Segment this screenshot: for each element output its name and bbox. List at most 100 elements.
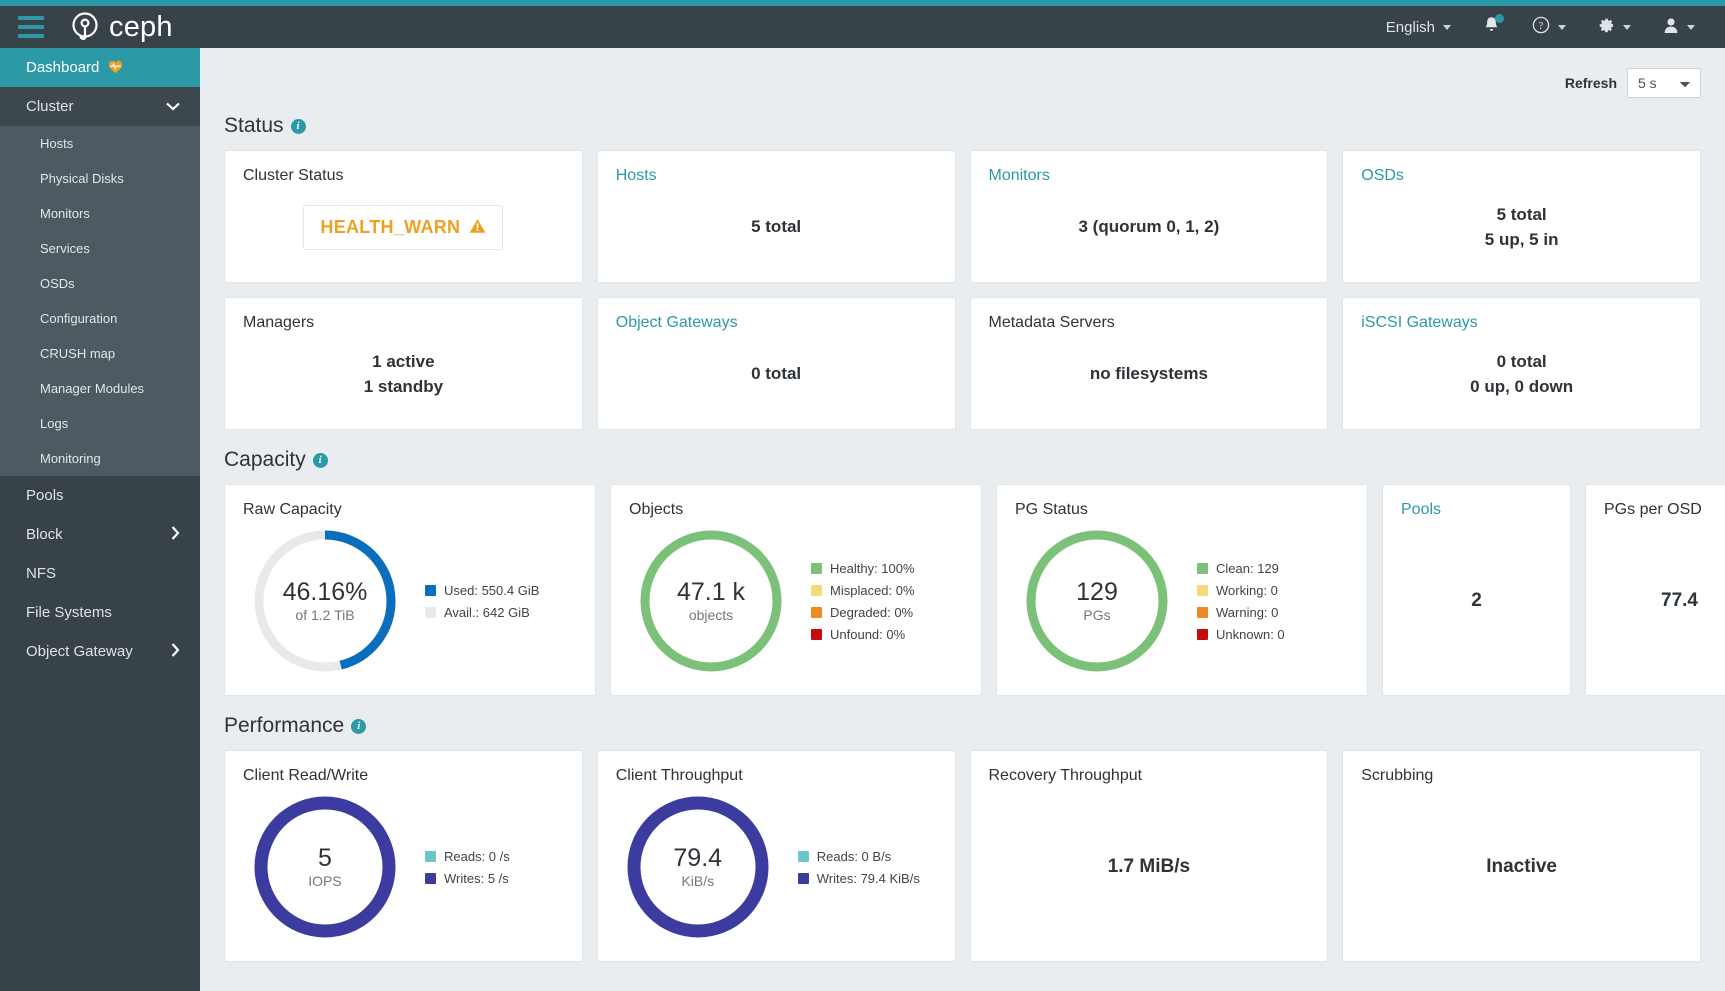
card-osds: OSDs 5 total 5 up, 5 in <box>1342 150 1701 283</box>
cluster-submenu: Hosts Physical Disks Monitors Services O… <box>0 126 200 476</box>
sidebar-item-manager-modules[interactable]: Manager Modules <box>0 371 200 406</box>
language-selector[interactable]: English <box>1370 6 1467 48</box>
sidebar-item-physical-disks[interactable]: Physical Disks <box>0 161 200 196</box>
card-value-line: 1 active <box>372 351 435 371</box>
card-title-link[interactable]: Hosts <box>616 167 937 185</box>
chart-row: 129 PGs Clean: 129 Working: 0 Warning: 0… <box>1015 523 1349 679</box>
raw-capacity-legend: Used: 550.4 GiB Avail.: 642 GiB <box>425 583 539 620</box>
sidebar-item-monitoring[interactable]: Monitoring <box>0 441 200 476</box>
card-body: 3 (quorum 0, 1, 2) <box>989 189 1310 266</box>
legend-swatch <box>811 584 822 596</box>
user-icon <box>1663 17 1679 38</box>
sidebar-item-label: File Systems <box>26 604 112 621</box>
sidebar-item-label: Dashboard <box>26 59 100 76</box>
legend-swatch <box>797 872 809 884</box>
status-grid-row1: Cluster Status HEALTH_WARN Hosts 5 total… <box>224 150 1701 283</box>
info-icon[interactable]: i <box>351 718 367 734</box>
main-content: Refresh 5 s 10 s 15 s 30 s 60 s Status i… <box>200 48 1725 991</box>
chevron-down-icon <box>1443 24 1451 30</box>
card-title-link[interactable]: Monitors <box>989 167 1310 185</box>
sidebar-nav: Dashboard Cluster Hosts Physical Disks M… <box>0 48 200 991</box>
user-menu[interactable] <box>1647 6 1711 48</box>
sidebar-item-cluster[interactable]: Cluster <box>0 87 200 126</box>
info-icon[interactable]: i <box>312 452 328 468</box>
info-icon[interactable]: i <box>290 118 306 134</box>
sidebar-item-block[interactable]: Block <box>0 515 200 554</box>
legend-swatch <box>1197 606 1208 618</box>
section-label: Performance <box>224 714 345 737</box>
settings-menu[interactable] <box>1582 6 1647 48</box>
sidebar-item-hosts[interactable]: Hosts <box>0 126 200 161</box>
legend-label: Clean: 129 <box>1216 560 1279 576</box>
sidebar-item-osds[interactable]: OSDs <box>0 266 200 301</box>
legend-item: Working: 0 <box>1197 583 1285 598</box>
pg-status-donut-chart: 129 PGs <box>1021 525 1173 677</box>
refresh-label: Refresh <box>1564 75 1617 91</box>
chart-row: 47.1 k objects Healthy: 100% Misplaced: … <box>629 523 963 679</box>
card-hosts: Hosts 5 total <box>596 150 956 283</box>
legend-item: Reads: 0 B/s <box>797 849 920 864</box>
section-title-status: Status i <box>224 114 1701 138</box>
refresh-interval-select[interactable]: 5 s 10 s 15 s 30 s 60 s <box>1627 68 1701 98</box>
card-title-link[interactable]: iSCSI Gateways <box>1361 314 1682 332</box>
legend-item: Clean: 129 <box>1197 561 1285 576</box>
sidebar-item-object-gateway[interactable]: Object Gateway <box>0 632 200 671</box>
hamburger-icon[interactable] <box>18 16 44 38</box>
sidebar-item-logs[interactable]: Logs <box>0 406 200 441</box>
sidebar-item-nfs[interactable]: NFS <box>0 554 200 593</box>
bell-icon <box>1483 14 1504 38</box>
card-value-line: 0 up, 0 down <box>1470 376 1574 396</box>
language-label: English <box>1385 18 1435 36</box>
card-title-link[interactable]: Pools <box>1401 501 1552 519</box>
card-scrubbing: Scrubbing Inactive <box>1342 750 1701 962</box>
card-value-line: no filesystems <box>1089 364 1208 384</box>
card-body: 5 total 5 up, 5 in <box>1361 189 1682 266</box>
sidebar-item-pools[interactable]: Pools <box>0 476 200 515</box>
card-title: Objects <box>629 501 684 518</box>
card-title-link[interactable]: OSDs <box>1361 167 1682 185</box>
brand-logo[interactable]: ceph <box>68 10 173 44</box>
objects-donut-chart: 47.1 k objects <box>635 525 787 677</box>
legend-item: Misplaced: 0% <box>811 583 915 598</box>
legend-label: Unfound: 0% <box>830 626 906 642</box>
card-title: Managers <box>243 314 315 331</box>
legend-swatch <box>811 628 822 640</box>
ceph-logo-icon <box>68 10 102 44</box>
legend-label: Degraded: 0% <box>830 604 914 620</box>
card-pools: Pools 2 <box>1382 484 1571 696</box>
card-pgs-per-osd: PGs per OSD 77.4 <box>1585 484 1725 696</box>
legend-swatch <box>425 584 436 596</box>
top-navbar: ceph English ? <box>0 6 1725 48</box>
sidebar-item-services[interactable]: Services <box>0 231 200 266</box>
gear-icon <box>1598 17 1615 38</box>
legend-swatch <box>797 850 809 862</box>
card-title: Metadata Servers <box>988 314 1115 331</box>
question-circle-icon: ? <box>1532 16 1550 38</box>
card-title: Client Throughput <box>615 767 743 784</box>
card-objects: Objects 47.1 k objects Healthy: 100% Mis… <box>610 484 982 696</box>
notifications-button[interactable] <box>1467 6 1516 48</box>
sidebar-item-monitors[interactable]: Monitors <box>0 196 200 231</box>
card-value-line: 3 (quorum 0, 1, 2) <box>1078 217 1220 237</box>
legend-label: Healthy: 100% <box>830 560 915 576</box>
sidebar-item-configuration[interactable]: Configuration <box>0 301 200 336</box>
card-title-link[interactable]: Object Gateways <box>616 314 937 332</box>
legend-label: Writes: 79.4 KiB/s <box>816 870 920 886</box>
sidebar-item-dashboard[interactable]: Dashboard <box>0 48 200 87</box>
legend-swatch <box>1197 584 1208 596</box>
card-cluster-status: Cluster Status HEALTH_WARN <box>224 150 583 283</box>
objects-legend: Healthy: 100% Misplaced: 0% Degraded: 0% <box>811 561 915 642</box>
help-menu[interactable]: ? <box>1516 6 1582 48</box>
card-value: Inactive <box>1486 856 1557 877</box>
warning-triangle-icon <box>469 218 486 237</box>
sidebar-item-crush-map[interactable]: CRUSH map <box>0 336 200 371</box>
legend-item: Degraded: 0% <box>811 605 915 620</box>
legend-item: Unfound: 0% <box>811 627 915 642</box>
card-client-throughput: Client Throughput 79.4 KiB/s Reads: 0 B/… <box>596 750 956 962</box>
section-label: Status <box>224 114 284 137</box>
card-iscsi-gateways: iSCSI Gateways 0 total 0 up, 0 down <box>1342 297 1701 430</box>
status-badge[interactable]: HEALTH_WARN <box>303 205 504 250</box>
sidebar-item-label: Object Gateway <box>26 643 133 660</box>
sidebar-item-file-systems[interactable]: File Systems <box>0 593 200 632</box>
chevron-down-icon <box>1558 24 1566 30</box>
